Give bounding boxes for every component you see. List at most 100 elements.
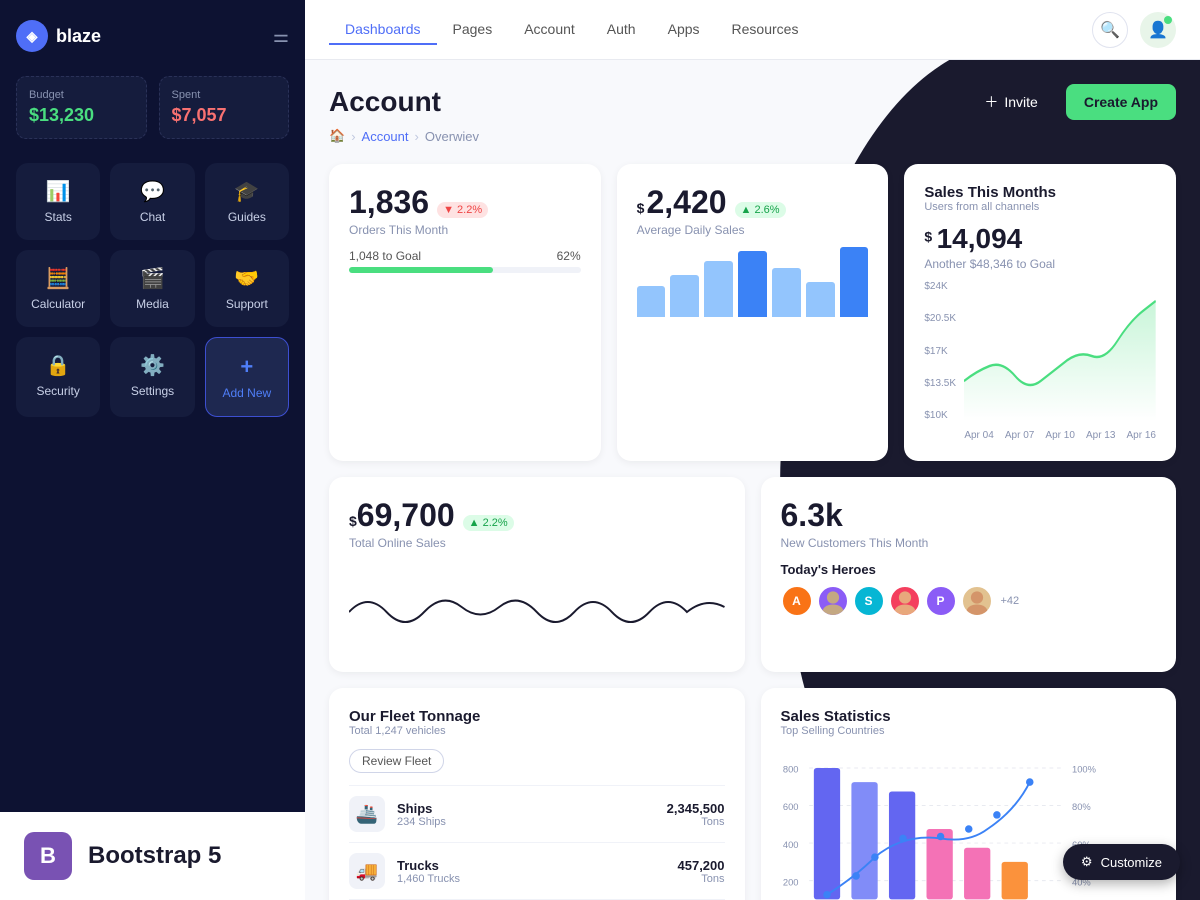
avatar-4 <box>889 585 921 617</box>
breadcrumb-home-icon[interactable]: 🏠 <box>329 128 345 144</box>
fleet-sub: Total 1,247 vehicles <box>349 725 725 737</box>
daily-sales-badge: ▲ 2.6% <box>735 202 786 218</box>
bar-7 <box>840 247 869 317</box>
nav-apps[interactable]: Apps <box>652 15 716 45</box>
media-icon: 🎬 <box>140 266 165 291</box>
stats-label: Stats <box>44 210 71 224</box>
y-label-5: $10K <box>924 410 956 421</box>
search-button[interactable]: 🔍 <box>1092 12 1128 48</box>
nav-actions: 🔍 👤 <box>1092 12 1176 48</box>
ships-value: 2,345,500 Tons <box>667 801 725 828</box>
online-dollar: $ <box>349 513 357 529</box>
menu-icon[interactable]: ⚌ <box>273 26 289 47</box>
chat-label: Chat <box>140 210 165 224</box>
sales-month-goal: Another $48,346 to Goal <box>924 257 1156 271</box>
logo-text: blaze <box>56 26 101 47</box>
nav-pages[interactable]: Pages <box>437 15 509 45</box>
x-label-4: Apr 13 <box>1086 430 1115 441</box>
calculator-icon: 🧮 <box>46 266 71 291</box>
svg-text:400: 400 <box>782 840 798 850</box>
sales-month-title: Sales This Months <box>924 184 1156 201</box>
breadcrumb-account[interactable]: Account <box>362 129 409 144</box>
guides-label: Guides <box>228 210 266 224</box>
ships-name: Ships <box>397 801 446 816</box>
page-content: Account ＋ Invite Create App 🏠 › Account … <box>305 60 1200 900</box>
customers-value: 6.3k <box>781 497 1157 534</box>
nav-auth[interactable]: Auth <box>591 15 652 45</box>
settings-icon: ⚙️ <box>140 353 165 378</box>
sidebar-item-guides[interactable]: 🎓 Guides <box>205 163 289 240</box>
orders-card: 1,836 ▼ 2.2% Orders This Month 1,048 to … <box>329 164 601 461</box>
stats-icon: 📊 <box>46 179 71 204</box>
bootstrap-icon: B <box>24 832 72 880</box>
sidebar-grid-menu: 📊 Stats 💬 Chat 🎓 Guides 🧮 Calculator 🎬 M… <box>16 163 289 417</box>
customers-label: New Customers This Month <box>781 536 1157 550</box>
logo-area: ◈ blaze <box>16 20 101 52</box>
online-sales-label: Total Online Sales <box>349 536 725 550</box>
budget-card: Budget $13,230 <box>16 76 147 139</box>
page-title: Account <box>329 86 441 118</box>
progress-pct: 62% <box>557 249 581 263</box>
logo-icon: ◈ <box>16 20 48 52</box>
media-label: Media <box>136 297 169 311</box>
bar-5 <box>772 268 801 317</box>
nav-dashboards[interactable]: Dashboards <box>329 15 437 45</box>
sidebar-item-stats[interactable]: 📊 Stats <box>16 163 100 240</box>
create-app-button[interactable]: Create App <box>1066 84 1176 120</box>
breadcrumb: 🏠 › Account › Overwiev <box>329 128 1176 144</box>
nav-account[interactable]: Account <box>508 15 591 45</box>
avatar-6 <box>961 585 993 617</box>
support-icon: 🤝 <box>234 266 259 291</box>
progress-goal-text: 1,048 to Goal <box>349 249 421 263</box>
mini-bar-chart <box>637 247 869 317</box>
invite-button[interactable]: ＋ Invite <box>966 84 1055 120</box>
sidebar-item-calculator[interactable]: 🧮 Calculator <box>16 250 100 327</box>
customize-label: Customize <box>1101 855 1162 870</box>
sidebar-item-security[interactable]: 🔒 Security <box>16 337 100 417</box>
sales-month-card: Sales This Months Users from all channel… <box>904 164 1176 461</box>
y-label-1: $24K <box>924 281 956 292</box>
notification-button[interactable]: 👤 <box>1140 12 1176 48</box>
x-label-1: Apr 04 <box>964 430 993 441</box>
ships-sub: 234 Ships <box>397 816 446 828</box>
nav-resources[interactable]: Resources <box>716 15 815 45</box>
svg-text:100%: 100% <box>1072 765 1096 775</box>
add-new-label: Add New <box>222 386 271 400</box>
customize-button[interactable]: ⚙ Customize <box>1063 844 1180 880</box>
sidebar-item-support[interactable]: 🤝 Support <box>205 250 289 327</box>
customize-icon: ⚙ <box>1081 854 1093 870</box>
security-label: Security <box>36 384 79 398</box>
svg-text:800: 800 <box>782 765 798 775</box>
customers-card: 6.3k New Customers This Month Today's He… <box>761 477 1177 672</box>
trucks-value: 457,200 Tons <box>678 858 725 885</box>
sidebar-item-media[interactable]: 🎬 Media <box>110 250 194 327</box>
settings-label: Settings <box>131 384 174 398</box>
heroes-section: Today's Heroes A S P <box>781 562 1157 617</box>
header-buttons: ＋ Invite Create App <box>966 84 1176 120</box>
budget-label: Budget <box>29 89 134 101</box>
budget-value: $13,230 <box>29 105 134 126</box>
avatar-2 <box>817 585 849 617</box>
sidebar: ◈ blaze ⚌ Budget $13,230 Spent $7,057 📊 … <box>0 0 305 900</box>
bar-3 <box>704 261 733 317</box>
main-content: Dashboards Pages Account Auth Apps Resou… <box>305 0 1200 900</box>
svg-text:80%: 80% <box>1072 802 1091 812</box>
sidebar-item-chat[interactable]: 💬 Chat <box>110 163 194 240</box>
avatar-1: A <box>781 585 813 617</box>
review-fleet-button[interactable]: Review Fleet <box>349 749 444 773</box>
wavy-svg <box>349 562 725 652</box>
heroes-label: Today's Heroes <box>781 562 1157 577</box>
sidebar-item-settings[interactable]: ⚙️ Settings <box>110 337 194 417</box>
daily-sales-card: $ 2,420 ▲ 2.6% Average Daily Sales <box>617 164 889 461</box>
bootstrap-text: Bootstrap 5 <box>88 842 221 870</box>
progress-row: 1,048 to Goal 62% <box>349 249 581 263</box>
notification-dot <box>1164 16 1172 24</box>
trucks-name: Trucks <box>397 858 460 873</box>
progress-bar-fill <box>349 267 493 273</box>
chart-x-labels: Apr 04 Apr 07 Apr 10 Apr 13 Apr 16 <box>964 430 1156 441</box>
sales-stats-sub: Top Selling Countries <box>781 725 1157 737</box>
wavy-chart <box>349 562 725 652</box>
top-nav: Dashboards Pages Account Auth Apps Resou… <box>305 0 1200 60</box>
sidebar-item-add-new[interactable]: + Add New <box>205 337 289 417</box>
invite-plus-icon: ＋ <box>984 92 998 112</box>
